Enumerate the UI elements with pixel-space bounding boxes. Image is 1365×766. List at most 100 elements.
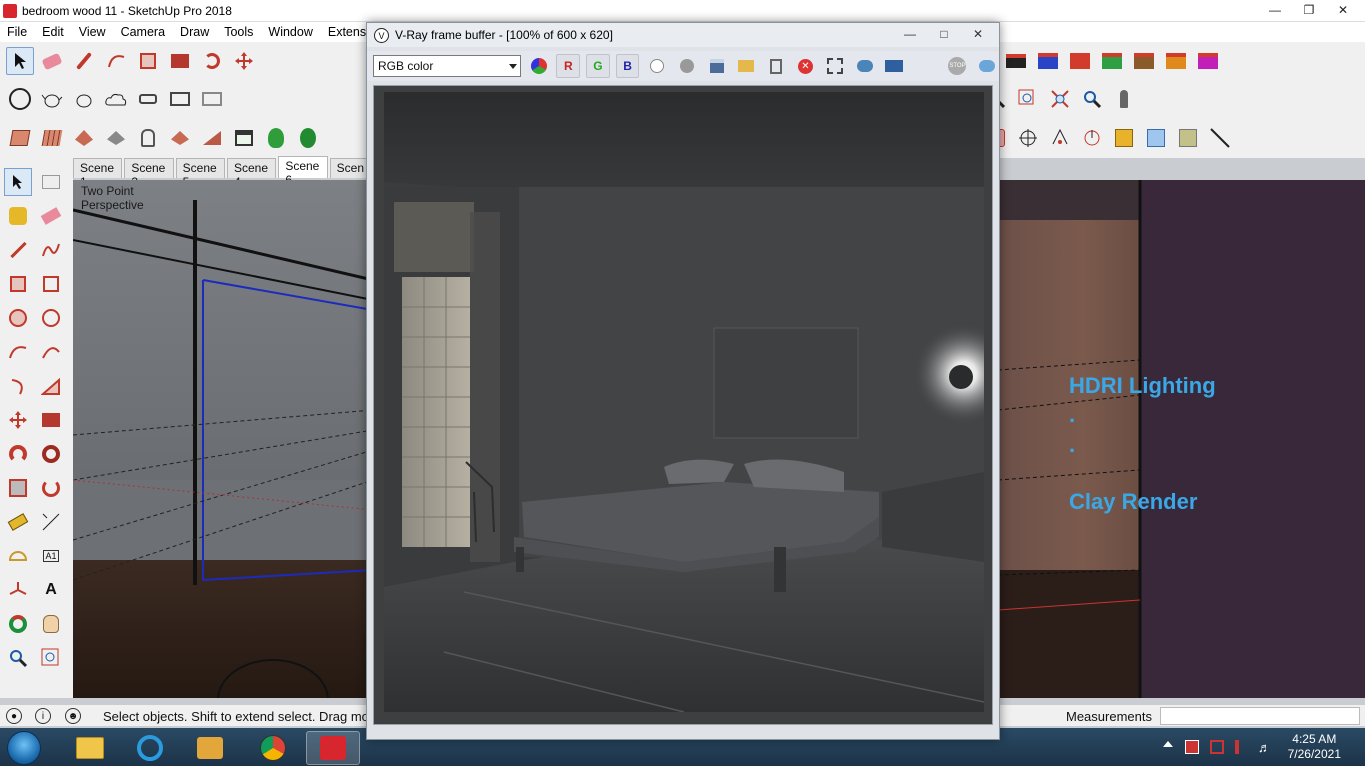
view-v-button[interactable]: [1098, 47, 1126, 75]
view-n-button[interactable]: [1130, 47, 1158, 75]
open-image-button[interactable]: [734, 54, 758, 78]
pencil-tool-button[interactable]: [70, 47, 98, 75]
select-tool[interactable]: [4, 168, 32, 196]
arc-tool[interactable]: [4, 338, 32, 366]
tray-clock[interactable]: 4:25 AM 7/26/2021: [1288, 732, 1341, 762]
red-channel-button[interactable]: R: [556, 54, 581, 78]
viewport-right[interactable]: HDRI Lighting . . Clay Render: [998, 180, 1365, 698]
select-tool-button[interactable]: [6, 47, 34, 75]
zoom-tool[interactable]: [4, 644, 32, 672]
smoove-button[interactable]: [70, 124, 98, 152]
geolocation-icon[interactable]: ●: [6, 708, 22, 724]
zoom-window-tool[interactable]: [37, 644, 65, 672]
view-j-button[interactable]: [1034, 47, 1062, 75]
3d-text-tool[interactable]: A: [37, 576, 65, 604]
follow-me-tool[interactable]: [37, 440, 65, 468]
blue-channel-button[interactable]: B: [615, 54, 640, 78]
move-tool[interactable]: [4, 406, 32, 434]
three-point-arc-tool[interactable]: [4, 372, 32, 400]
axes-tool[interactable]: [4, 576, 32, 604]
user-icon[interactable]: ☻: [65, 708, 81, 724]
taskbar-internet-explorer[interactable]: [123, 731, 177, 765]
vray-render-button[interactable]: [38, 85, 66, 113]
tape-measure-tool[interactable]: [4, 508, 32, 536]
freehand-tool[interactable]: [37, 236, 65, 264]
volume-icon[interactable]: ♬: [1258, 740, 1272, 755]
offset-tool[interactable]: [37, 474, 65, 502]
zoom-window-button[interactable]: [1014, 85, 1042, 113]
taskbar-chrome[interactable]: [246, 731, 300, 765]
rectangle-tool-button[interactable]: [134, 47, 162, 75]
sandbox-grid-button[interactable]: [38, 124, 66, 152]
viewport-left[interactable]: Two Point Perspective: [73, 180, 373, 698]
push-pull-tool[interactable]: [37, 406, 65, 434]
scale-tool[interactable]: [4, 474, 32, 502]
close-button[interactable]: ✕: [1329, 1, 1357, 19]
rendered-image[interactable]: [384, 92, 984, 712]
stamp-button[interactable]: [102, 124, 130, 152]
solid-union-button[interactable]: [1110, 124, 1138, 152]
signal-icon[interactable]: [1235, 740, 1249, 754]
menu-view[interactable]: View: [72, 22, 114, 42]
solid-trim-button[interactable]: [1174, 124, 1202, 152]
drape-button[interactable]: [134, 124, 162, 152]
view-f-button[interactable]: [1194, 47, 1222, 75]
pan-tool[interactable]: [37, 610, 65, 638]
vray-logo-button[interactable]: [6, 85, 34, 113]
vray-close-button[interactable]: ✕: [963, 25, 993, 43]
section-plane-button[interactable]: [1206, 124, 1234, 152]
tab-scene-overflow[interactable]: Scen: [329, 158, 371, 178]
save-image-button[interactable]: [705, 54, 729, 78]
minimize-button[interactable]: —: [1261, 1, 1289, 19]
color-channels-button[interactable]: [527, 54, 551, 78]
follow-me-tool-button[interactable]: [198, 47, 226, 75]
flip-edge-button[interactable]: [198, 124, 226, 152]
vray-titlebar[interactable]: V V-Ray frame buffer - [100% of 600 x 62…: [367, 23, 999, 47]
line-tool[interactable]: [4, 236, 32, 264]
menu-window[interactable]: Window: [261, 22, 320, 42]
action-center-icon[interactable]: [1185, 740, 1199, 754]
arc-tool-button[interactable]: [102, 47, 130, 75]
restore-button[interactable]: ❐: [1295, 1, 1323, 19]
polygon-tool[interactable]: [37, 304, 65, 332]
vray-minimize-button[interactable]: —: [895, 25, 925, 43]
tab-scene-6[interactable]: Scene 6: [278, 156, 328, 187]
vray-maximize-button[interactable]: □: [929, 25, 959, 43]
dimension-tool[interactable]: [37, 508, 65, 536]
window-preview-button[interactable]: [230, 124, 258, 152]
pie-tool[interactable]: [37, 372, 65, 400]
protractor-tool[interactable]: [4, 542, 32, 570]
network-warning-icon[interactable]: [1210, 740, 1224, 754]
circle-tool[interactable]: [4, 304, 32, 332]
view-r-button[interactable]: [1066, 47, 1094, 75]
position-camera-button[interactable]: [1110, 85, 1138, 113]
vray-cloud-button[interactable]: [102, 85, 130, 113]
compare-button[interactable]: [882, 54, 906, 78]
protractor-button[interactable]: [1046, 124, 1074, 152]
move-tool-button[interactable]: [230, 47, 258, 75]
menu-draw[interactable]: Draw: [173, 22, 217, 42]
rectangle-tool[interactable]: [4, 270, 32, 298]
tree-variant-button[interactable]: [294, 124, 322, 152]
vray-asset-editor-button[interactable]: [134, 85, 162, 113]
tab-scene-1[interactable]: Scene 1: [73, 158, 123, 189]
sandbox-from-contours-button[interactable]: [6, 124, 34, 152]
vray-frame-buffer-button[interactable]: [166, 85, 194, 113]
eraser-tool[interactable]: [37, 202, 65, 230]
menu-file[interactable]: File: [0, 22, 35, 42]
taskbar-explorer[interactable]: [63, 731, 117, 765]
tab-scene-4[interactable]: Scene 4: [226, 158, 277, 189]
track-mouse-button[interactable]: [823, 54, 847, 78]
measurements-input[interactable]: [1160, 707, 1360, 725]
rotate-tool[interactable]: [4, 440, 32, 468]
rotated-rectangle-tool[interactable]: [37, 270, 65, 298]
previous-view-button[interactable]: [1078, 85, 1106, 113]
green-channel-button[interactable]: G: [586, 54, 610, 78]
vray-interactive-button[interactable]: [70, 85, 98, 113]
paint-bucket-tool[interactable]: [4, 202, 32, 230]
orbit-tool[interactable]: [4, 610, 32, 638]
stop-render-button[interactable]: ✕: [794, 54, 818, 78]
menu-edit[interactable]: Edit: [35, 22, 72, 42]
monochrome-button[interactable]: [675, 54, 699, 78]
menu-camera[interactable]: Camera: [114, 22, 173, 42]
